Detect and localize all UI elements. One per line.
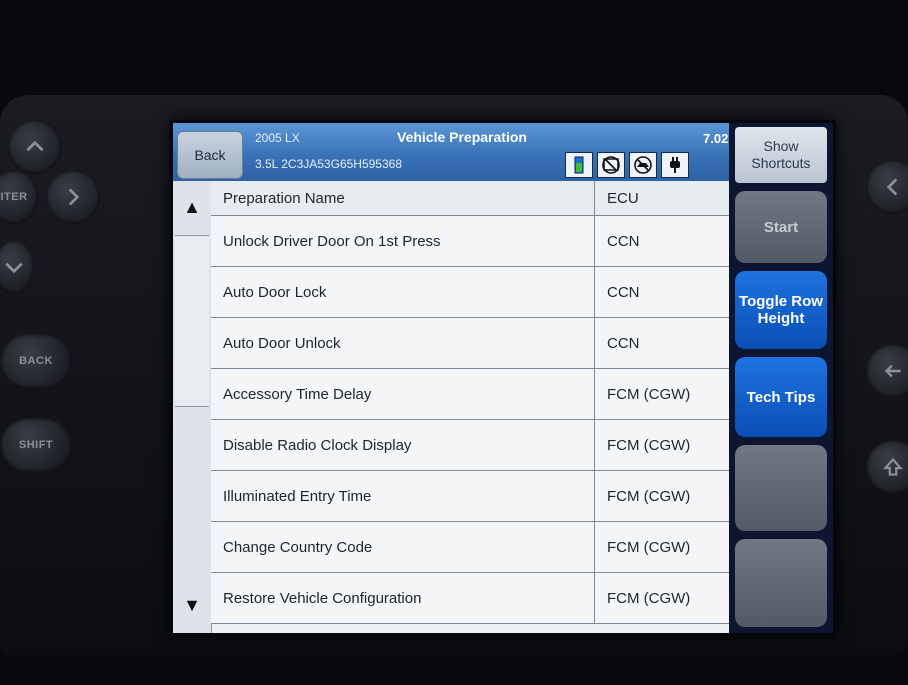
table-row[interactable]: Illuminated Entry Time FCM (CGW) bbox=[211, 471, 729, 522]
ecu-cell: FCM (CGW) bbox=[607, 538, 691, 556]
header-bar: Back 2005 LX 3.5L 2C3JA53G65H595368 Vehi… bbox=[173, 123, 729, 181]
hw-shift-button[interactable]: SHIFT bbox=[0, 418, 72, 472]
table-row[interactable]: Change Country Code FCM (CGW) bbox=[211, 522, 729, 573]
vehicle-year-model: 2005 LX bbox=[255, 131, 300, 145]
triangle-up-icon: ▲ bbox=[183, 196, 201, 217]
table-row[interactable]: Restore Vehicle Configuration FCM (CGW) bbox=[211, 573, 729, 624]
table-row[interactable]: Unlock Driver Door On 1st Press CCN bbox=[211, 216, 729, 267]
scrollbar[interactable]: ▲ ▼ bbox=[173, 181, 212, 633]
empty-function-button-2[interactable] bbox=[735, 539, 827, 627]
table-row[interactable]: Disable Radio Clock Display FCM (CGW) bbox=[211, 420, 729, 471]
hw-back-label: BACK bbox=[19, 355, 53, 367]
scroll-down-button[interactable]: ▼ bbox=[173, 579, 211, 631]
shift-arrow-icon bbox=[883, 457, 903, 476]
ecu-cell: FCM (CGW) bbox=[607, 487, 691, 505]
table-row[interactable]: Accessory Time Delay FCM (CGW) bbox=[211, 369, 729, 420]
page-title: Vehicle Preparation bbox=[397, 129, 527, 145]
preparation-name-cell: Auto Door Lock bbox=[211, 267, 595, 317]
column-header-preparation-name[interactable]: Preparation Name bbox=[211, 181, 595, 215]
table-row[interactable]: Auto Door Lock CCN bbox=[211, 267, 729, 318]
ecu-cell: CCN bbox=[607, 334, 640, 352]
preparation-name-cell: Restore Vehicle Configuration bbox=[211, 573, 595, 623]
chevron-left-icon bbox=[886, 178, 898, 196]
no-vehicle-comm-icon bbox=[629, 152, 657, 178]
start-button[interactable]: Start bbox=[735, 191, 827, 263]
scroll-up-button[interactable]: ▲ bbox=[173, 181, 211, 233]
empty-function-button-1[interactable] bbox=[735, 445, 827, 531]
arrow-left-icon bbox=[884, 364, 901, 378]
software-version: 7.02 bbox=[703, 131, 729, 146]
scroll-thumb[interactable] bbox=[175, 235, 209, 407]
preparation-name-cell: Change Country Code bbox=[211, 522, 595, 572]
screen: Back 2005 LX 3.5L 2C3JA53G65H595368 Vehi… bbox=[170, 120, 836, 636]
ecu-cell: FCM (CGW) bbox=[607, 385, 691, 403]
ecu-cell: FCM (CGW) bbox=[607, 589, 691, 607]
ecu-cell: CCN bbox=[607, 283, 640, 301]
no-network-icon bbox=[597, 152, 625, 178]
hw-back-button[interactable]: BACK bbox=[0, 334, 72, 388]
side-button-panel: Show Shortcuts Start Toggle Row Height T… bbox=[729, 123, 833, 633]
table-header-row: Preparation Name ECU bbox=[211, 181, 729, 216]
preparation-name-cell: Auto Door Unlock bbox=[211, 318, 595, 368]
preparation-name-cell: Accessory Time Delay bbox=[211, 369, 595, 419]
hw-up-arrow-button[interactable] bbox=[8, 120, 62, 174]
triangle-down-icon: ▼ bbox=[183, 594, 201, 615]
preparation-name-cell: Illuminated Entry Time bbox=[211, 471, 595, 521]
chevron-right-icon bbox=[68, 188, 80, 206]
vehicle-engine-vin: 3.5L 2C3JA53G65H595368 bbox=[255, 157, 402, 171]
toggle-row-height-button[interactable]: Toggle Row Height bbox=[735, 271, 827, 349]
show-shortcuts-button[interactable]: Show Shortcuts bbox=[735, 127, 827, 183]
status-icons bbox=[565, 152, 689, 178]
power-plug-icon bbox=[661, 152, 689, 178]
battery-icon bbox=[565, 152, 593, 178]
preparation-name-cell: Disable Radio Clock Display bbox=[211, 420, 595, 470]
hw-shift-label: SHIFT bbox=[18, 439, 54, 451]
chevron-up-icon bbox=[26, 140, 44, 152]
back-button[interactable]: Back bbox=[177, 131, 243, 179]
hw-right-arrow-button[interactable] bbox=[46, 170, 100, 224]
chevron-down-icon bbox=[5, 262, 23, 274]
preparation-table: ▲ ▼ Preparation Name ECU Unlock Driver D… bbox=[173, 181, 729, 633]
ecu-cell: FCM (CGW) bbox=[607, 436, 691, 454]
preparation-name-cell: Unlock Driver Door On 1st Press bbox=[211, 216, 595, 266]
ecu-cell: CCN bbox=[607, 232, 640, 250]
hw-enter-label: ITER bbox=[0, 191, 28, 203]
table-grid: Preparation Name ECU Unlock Driver Door … bbox=[211, 181, 729, 624]
table-row[interactable]: Auto Door Unlock CCN bbox=[211, 318, 729, 369]
tech-tips-button[interactable]: Tech Tips bbox=[735, 357, 827, 437]
column-header-ecu[interactable]: ECU bbox=[595, 181, 729, 215]
